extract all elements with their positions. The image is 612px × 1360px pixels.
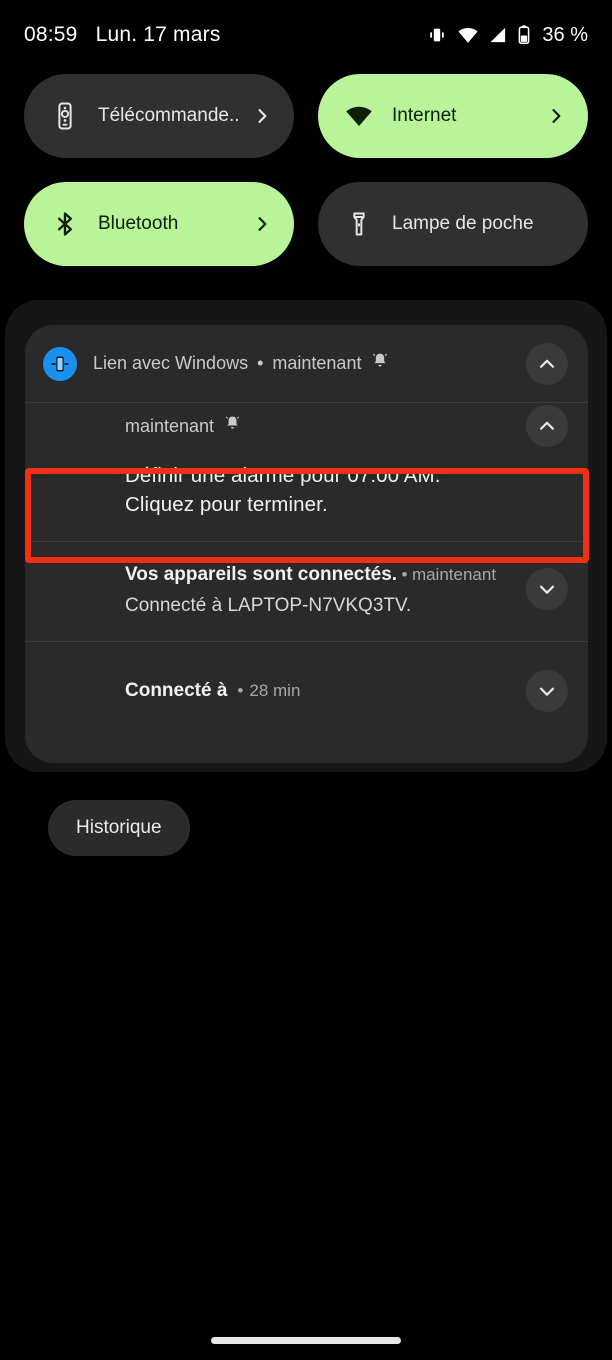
- tile-label-remote-control: Télécommande..: [98, 105, 240, 126]
- bell-ringing-icon: [223, 414, 242, 438]
- notification-devices-text: Vos appareils sont connectés. • maintena…: [125, 564, 510, 617]
- tile-remote-control[interactable]: Télécommande..: [24, 74, 294, 158]
- remote-control-icon: [48, 101, 82, 131]
- notification-alarm-time: maintenant: [125, 415, 215, 436]
- quick-settings-row-2: Bluetooth Lampe de poche: [24, 182, 588, 266]
- chevron-right-icon[interactable]: [546, 106, 566, 126]
- notification-group-header[interactable]: Lien avec Windows • maintenant: [25, 325, 588, 402]
- expand-devices-button[interactable]: [526, 568, 568, 610]
- status-bar-left: 08:59 Lun. 17 mars: [24, 23, 221, 47]
- bell-ringing-icon: [370, 351, 390, 376]
- status-bar: 08:59 Lun. 17 mars 36 %: [0, 0, 612, 70]
- notification-connected-time: 28 min: [249, 681, 301, 700]
- tile-flashlight[interactable]: Lampe de poche: [318, 182, 588, 266]
- notification-devices-title: Vos appareils sont connectés.: [125, 564, 398, 585]
- notification-devices-time: maintenant: [411, 565, 497, 584]
- quick-settings-panel: Télécommande.. Internet Bluetooth Lampe …: [24, 74, 588, 290]
- notification-separator: •: [401, 565, 408, 584]
- chevron-right-icon[interactable]: [252, 106, 272, 126]
- status-bar-right: 36 %: [426, 24, 588, 47]
- battery-icon: [517, 24, 531, 46]
- bluetooth-icon: [48, 210, 82, 238]
- tile-bluetooth[interactable]: Bluetooth: [24, 182, 294, 266]
- tile-internet[interactable]: Internet: [318, 74, 588, 158]
- expand-connected-button[interactable]: [526, 670, 568, 712]
- notification-alarm-header: maintenant: [25, 403, 588, 449]
- notification-group-meta: Lien avec Windows • maintenant: [93, 351, 390, 376]
- notification-item-devices-connected[interactable]: Vos appareils sont connectés. • maintena…: [25, 542, 588, 641]
- alarm-message-text: Définir une alarme pour 07:00 AM. Clique…: [125, 464, 441, 516]
- notification-connected-title: Connecté à: [125, 680, 228, 701]
- notification-alarm-body: Définir une alarme pour 07:00 AM. Clique…: [25, 449, 588, 541]
- tile-label-internet: Internet: [392, 105, 457, 126]
- battery-percentage: 36 %: [542, 23, 588, 46]
- notification-separator: •: [237, 681, 244, 700]
- notification-item-connected-to[interactable]: Connecté à • 28 min: [25, 642, 588, 742]
- collapse-group-button[interactable]: [526, 342, 568, 385]
- phone-link-app-icon: [43, 346, 77, 381]
- notification-app-name: Lien avec Windows: [93, 353, 249, 373]
- notification-history-label: Historique: [76, 817, 162, 838]
- notification-devices-titleline: Vos appareils sont connectés. • maintena…: [125, 564, 510, 586]
- home-gesture-bar[interactable]: [211, 1337, 401, 1344]
- notification-group-card: Lien avec Windows • maintenant maintenan…: [25, 325, 588, 763]
- status-bar-date: Lun. 17 mars: [95, 23, 221, 46]
- notification-devices-subtitle: Connecté à LAPTOP-N7VKQ3TV.: [125, 595, 412, 616]
- notification-separator: •: [257, 353, 264, 373]
- vibrate-icon: [426, 24, 448, 46]
- quick-settings-row-1: Télécommande.. Internet: [24, 74, 588, 158]
- tile-label-flashlight: Lampe de poche: [392, 213, 534, 234]
- wifi-icon: [457, 24, 479, 46]
- wifi-icon: [342, 101, 376, 131]
- android-notification-shade: 08:59 Lun. 17 mars 36 % Télécommande.. I…: [0, 0, 612, 1360]
- status-bar-clock: 08:59: [24, 23, 78, 46]
- chevron-right-icon[interactable]: [252, 214, 272, 234]
- cellular-signal-icon: [488, 25, 508, 45]
- notification-history-button[interactable]: Historique: [48, 800, 190, 856]
- collapse-alarm-button[interactable]: [526, 405, 568, 447]
- tile-label-bluetooth: Bluetooth: [98, 213, 179, 234]
- flashlight-icon: [342, 210, 376, 238]
- notification-time: maintenant: [272, 353, 362, 373]
- notification-item-alarm[interactable]: maintenant Définir une alarme pour 07:00…: [25, 403, 588, 541]
